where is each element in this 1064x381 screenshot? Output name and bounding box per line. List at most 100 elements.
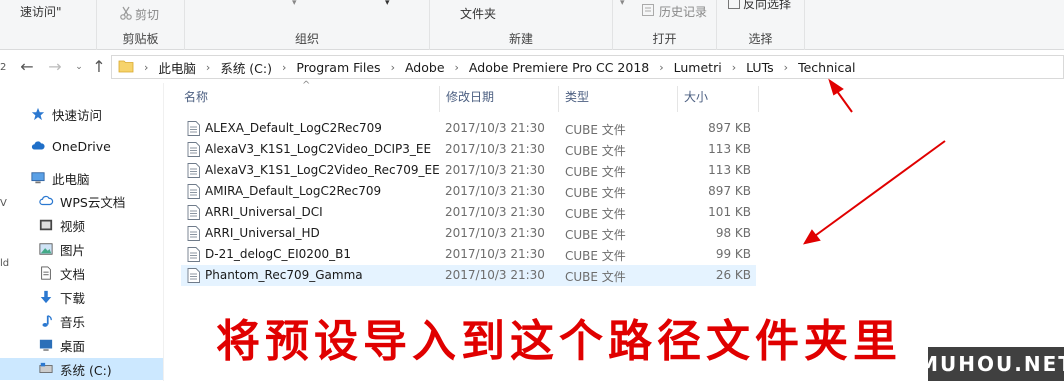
sidebar-item[interactable]: 桌面 — [38, 334, 85, 356]
file-type: CUBE 文件 — [565, 270, 626, 284]
breadcrumb-segment[interactable]: Adobe Premiere Pro CC 2018 — [469, 60, 649, 75]
file-row[interactable]: AlexaV3_K1S1_LogC2Video_DCIP3_EE 2017/10/… — [181, 139, 756, 160]
column-divider[interactable] — [758, 86, 759, 112]
ribbon-group-select: 反向选择 选择 — [717, 0, 805, 50]
column-divider[interactable] — [439, 86, 440, 112]
cloud-outline-icon — [38, 193, 54, 209]
cube-file-icon — [187, 142, 200, 157]
sidebar-item[interactable]: 文档 — [38, 262, 85, 284]
file-date: 2017/10/3 21:30 — [445, 121, 545, 135]
breadcrumb-separator-icon[interactable]: › — [659, 61, 663, 74]
file-type: CUBE 文件 — [565, 207, 626, 221]
cut-button[interactable]: 剪切 — [135, 6, 159, 23]
sidebar-item-label: 快速访问 — [52, 107, 103, 123]
new-folder-button[interactable]: 文件夹 — [460, 5, 496, 22]
sidebar-item[interactable]: WPS云文档 — [38, 190, 125, 212]
organize-group-label: 组织 — [294, 32, 319, 46]
folder-icon — [118, 60, 134, 73]
picture-icon — [38, 241, 54, 257]
sidebar-item-label: 此电脑 — [52, 171, 90, 187]
drive-icon — [38, 361, 54, 377]
up-arrow-icon[interactable]: ↑ — [90, 58, 108, 76]
breadcrumb-separator-icon[interactable]: › — [784, 61, 788, 74]
file-row[interactable]: ARRI_Universal_DCI 2017/10/3 21:30 CUBE 文件… — [181, 202, 756, 223]
ribbon: 速访问" 剪切 剪贴板 ▾ ▾ 组织 文件夹 新建 ▾ 历史记录 打开 反向选择 — [0, 0, 1064, 50]
file-row[interactable]: ALEXA_Default_LogC2Rec709 2017/10/3 21:30… — [181, 118, 756, 139]
file-date: 2017/10/3 21:30 — [445, 226, 545, 240]
cube-file-icon — [187, 205, 200, 220]
file-row[interactable]: ARRI_Universal_HD 2017/10/3 21:30 CUBE 文件 9… — [181, 223, 756, 244]
forward-arrow-icon[interactable]: → — [46, 58, 64, 76]
sidebar-item[interactable]: 系统 (C:) — [0, 358, 163, 380]
file-date: 2017/10/3 21:30 — [445, 142, 545, 156]
file-date: 2017/10/3 21:30 — [445, 184, 545, 198]
file-date: 2017/10/3 21:30 — [445, 247, 545, 261]
clipboard-group-label: 剪贴板 — [122, 32, 159, 46]
ribbon-group-quick-access: 速访问" — [0, 0, 97, 50]
breadcrumb-segment[interactable]: 此电脑 — [158, 58, 196, 77]
breadcrumb-separator-icon[interactable]: › — [206, 61, 210, 74]
ribbon-group-organize: ▾ ▾ 组织 — [185, 0, 430, 50]
breadcrumb-segment[interactable]: Program Files — [296, 60, 380, 75]
column-header-date[interactable]: 修改日期 — [446, 88, 494, 110]
new-group-label: 新建 — [508, 32, 533, 46]
arrow-to-files — [802, 140, 946, 245]
history-icon — [642, 4, 654, 16]
video-icon — [38, 217, 54, 233]
file-name: ALEXA_Default_LogC2Rec709 — [205, 121, 382, 135]
invert-selection-button[interactable]: 反向选择 — [743, 0, 791, 12]
invert-selection-icon — [728, 0, 740, 9]
address-bar[interactable]: › 此电脑 › 系统 (C:) › Program Files › Adobe › Adobe P… — [111, 55, 1064, 79]
sidebar-item-label: 系统 (C:) — [60, 362, 112, 378]
breadcrumb-segment[interactable]: LUTs — [746, 60, 774, 75]
breadcrumb-segment[interactable]: Adobe — [405, 60, 445, 75]
sidebar-item-label: 视频 — [60, 218, 86, 234]
sidebar-item[interactable]: 快速访问 — [30, 103, 102, 125]
properties-dropdown-icon[interactable]: ▾ — [620, 0, 625, 8]
breadcrumb-separator-icon[interactable]: › — [391, 61, 395, 74]
sidebar-item[interactable]: 下载 — [38, 286, 85, 308]
file-type: CUBE 文件 — [565, 186, 626, 200]
breadcrumb-segment[interactable]: Lumetri — [674, 60, 722, 75]
sidebar-item[interactable]: 视频 — [38, 214, 85, 236]
file-row[interactable]: AlexaV3_K1S1_LogC2Video_Rec709_EE 2017/10… — [181, 160, 756, 181]
breadcrumb-separator-icon[interactable]: › — [282, 61, 286, 74]
sidebar-item-label: 音乐 — [60, 314, 86, 330]
recent-locations-chevron-icon[interactable]: ⌄ — [70, 58, 88, 76]
file-size: 897 KB — [708, 184, 751, 198]
move-to-dropdown-icon[interactable]: ▾ — [292, 0, 297, 8]
arrow-to-address — [828, 78, 853, 113]
cube-file-icon — [187, 268, 200, 283]
breadcrumb-separator-icon[interactable]: › — [455, 61, 459, 74]
breadcrumb-separator-icon[interactable]: › — [732, 61, 736, 74]
breadcrumb-segment[interactable]: Technical — [798, 60, 855, 75]
navigation-pane: 快速访问 OneDrive 此电脑 WPS云文档视频图片 文档 下载音乐桌面系统 (C:) — [0, 83, 164, 381]
column-divider[interactable] — [558, 86, 559, 112]
file-size: 26 KB — [715, 268, 751, 282]
quick-access-label[interactable]: 速访问" — [20, 3, 62, 20]
back-arrow-icon[interactable]: ← — [18, 58, 36, 76]
column-header-size[interactable]: 大小 — [684, 88, 708, 110]
file-row[interactable]: D-21_delogC_EI0200_B1 2017/10/3 21:30 CUBE… — [181, 244, 756, 265]
sidebar-item[interactable]: 音乐 — [38, 310, 85, 332]
cube-file-icon — [187, 121, 200, 136]
column-header-name[interactable]: 名称 — [184, 88, 208, 110]
copy-to-dropdown-icon[interactable]: ▾ — [385, 0, 390, 8]
file-row[interactable]: AMIRA_Default_LogC2Rec709 2017/10/3 21:30… — [181, 181, 756, 202]
file-row[interactable]: Phantom_Rec709_Gamma 2017/10/3 21:30 CUBE … — [181, 265, 756, 286]
breadcrumb: › 此电脑 › 系统 (C:) › Program Files › Adobe › Adobe P… — [142, 56, 855, 78]
sidebar-item[interactable]: 此电脑 — [30, 167, 90, 189]
file-size: 98 KB — [715, 226, 751, 240]
sidebar-item[interactable]: 图片 — [38, 238, 85, 260]
watermark: MUHOU.NET — [918, 347, 1064, 381]
file-name: D-21_delogC_EI0200_B1 — [205, 247, 352, 261]
document-icon — [38, 265, 54, 281]
annotation-caption: 将预设导入到这个路径文件夹里 — [216, 316, 902, 367]
breadcrumb-separator-icon[interactable]: › — [144, 61, 148, 74]
breadcrumb-segment[interactable]: 系统 (C:) — [220, 58, 272, 77]
column-divider[interactable] — [677, 86, 678, 112]
cube-file-icon — [187, 247, 200, 262]
sidebar-item[interactable]: OneDrive — [30, 135, 111, 157]
column-header-type[interactable]: 类型 — [565, 88, 589, 110]
history-button[interactable]: 历史记录 — [659, 3, 707, 20]
